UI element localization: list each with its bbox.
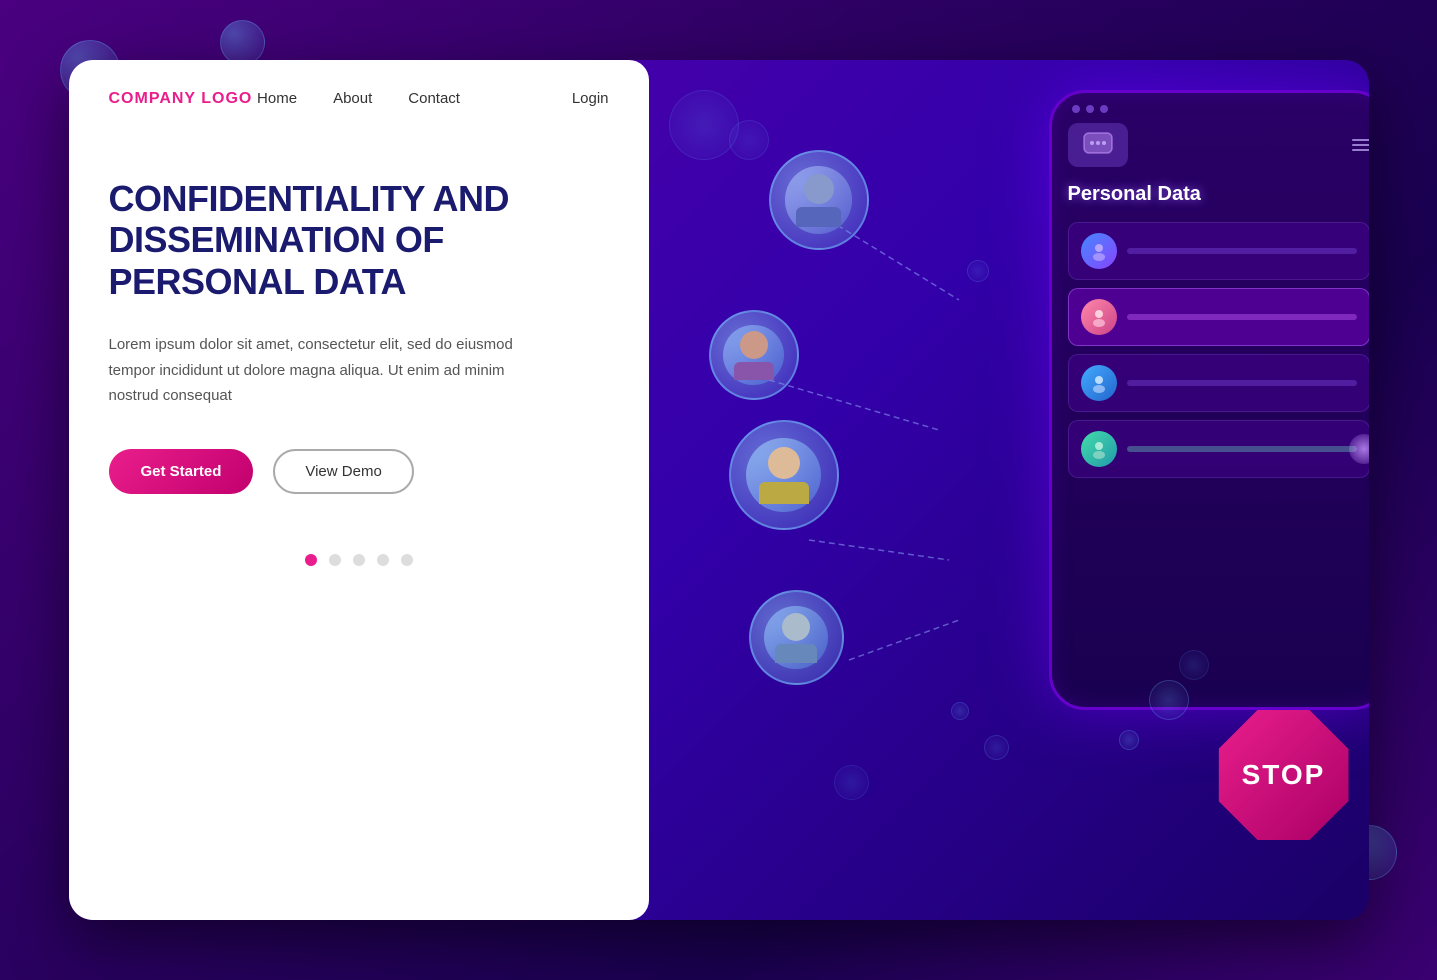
deco-bubble-br2 — [1119, 730, 1139, 750]
nav-login-area: Login — [460, 90, 609, 108]
deco-bubble-2 — [729, 120, 769, 160]
phone-dot-3 — [1100, 105, 1108, 113]
phone-header — [1068, 123, 1369, 167]
pagination-dot-4[interactable] — [377, 554, 389, 566]
phone-title: Personal Data — [1068, 183, 1369, 206]
deco-bubble-br3 — [1179, 650, 1209, 680]
deco-bubble-3 — [984, 735, 1009, 760]
phone-data-rows — [1068, 222, 1369, 478]
menu-line-1 — [1352, 139, 1369, 141]
hero-description: Lorem ipsum dolor sit amet, consectetur … — [109, 332, 529, 409]
menu-line-3 — [1352, 149, 1369, 151]
right-panel: Personal Data — [649, 60, 1369, 920]
person-bubble-2 — [709, 310, 799, 400]
nav-home-link[interactable]: Home — [257, 90, 297, 107]
person-bubble-3 — [729, 420, 839, 530]
person-bubble-1 — [769, 150, 869, 250]
pagination-dots — [109, 554, 609, 566]
menu-line-2 — [1352, 144, 1369, 146]
phone-row-bar-3 — [1127, 380, 1357, 386]
phone-screen: Personal Data — [1052, 113, 1369, 488]
phone-menu-icon — [1352, 139, 1369, 151]
phone-row-bar-2 — [1127, 314, 1357, 320]
get-started-button[interactable]: Get Started — [109, 449, 254, 494]
pagination-dot-2[interactable] — [329, 554, 341, 566]
person-bubble-4 — [749, 590, 844, 685]
deco-bubble-6 — [967, 260, 989, 282]
phone-status-dots — [1052, 93, 1369, 113]
view-demo-button[interactable]: View Demo — [273, 449, 413, 494]
phone-avatar-1 — [1081, 233, 1117, 269]
navbar: COMPANY LOGO Home About Contact Login — [69, 60, 649, 128]
nav-about[interactable]: About — [333, 90, 372, 108]
phone-mockup: Personal Data — [1049, 90, 1369, 710]
nav-home[interactable]: Home — [257, 90, 297, 108]
pagination-dot-1[interactable] — [305, 554, 317, 566]
nav-links: Home About Contact — [257, 90, 460, 108]
phone-row-4 — [1068, 420, 1369, 478]
deco-bubble-1 — [669, 90, 739, 160]
phone-row-2 — [1068, 288, 1369, 346]
phone-chat-icon — [1068, 123, 1128, 167]
phone-row-1 — [1068, 222, 1369, 280]
main-card: COMPANY LOGO Home About Contact Login CO… — [69, 60, 1369, 920]
phone-row-3 — [1068, 354, 1369, 412]
login-link[interactable]: Login — [572, 90, 609, 107]
nav-contact[interactable]: Contact — [408, 90, 460, 108]
left-panel: COMPANY LOGO Home About Contact Login CO… — [69, 60, 649, 920]
pagination-dot-3[interactable] — [353, 554, 365, 566]
stop-label: STOP — [1242, 759, 1326, 791]
stop-hexagon: STOP — [1219, 710, 1349, 840]
phone-row-bar-4 — [1127, 446, 1357, 452]
pagination-dot-5[interactable] — [401, 554, 413, 566]
deco-bubble-4 — [951, 702, 969, 720]
hero-content: CONFIDENTIALITY AND DISSEMINATION OF PER… — [69, 128, 649, 606]
company-logo: COMPANY LOGO — [109, 90, 258, 108]
hero-title: CONFIDENTIALITY AND DISSEMINATION OF PER… — [109, 178, 609, 302]
stop-sign: STOP — [1219, 710, 1349, 840]
deco-bubble-5 — [834, 765, 869, 800]
cta-buttons: Get Started View Demo — [109, 449, 609, 494]
phone-avatar-4 — [1081, 431, 1117, 467]
nav-about-link[interactable]: About — [333, 90, 372, 107]
phone-avatar-3 — [1081, 365, 1117, 401]
phone-dot-2 — [1086, 105, 1094, 113]
phone-dot-1 — [1072, 105, 1080, 113]
deco-bubble-br1 — [1149, 680, 1189, 720]
phone-avatar-2 — [1081, 299, 1117, 335]
phone-row-bar-1 — [1127, 248, 1357, 254]
nav-contact-link[interactable]: Contact — [408, 90, 460, 107]
